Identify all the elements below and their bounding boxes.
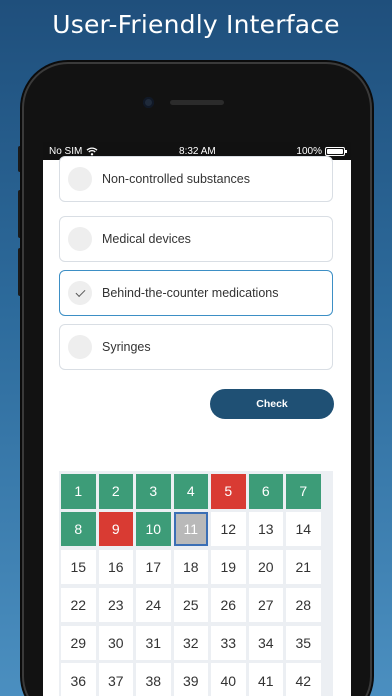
question-cell-correct[interactable]: 8 xyxy=(61,511,96,547)
question-cell[interactable]: 35 xyxy=(286,625,321,661)
question-cell[interactable]: 31 xyxy=(136,625,171,661)
question-cell[interactable]: 24 xyxy=(136,587,171,623)
answer-label: Syringes xyxy=(102,340,151,354)
question-cell[interactable]: 41 xyxy=(248,663,283,696)
question-cell[interactable]: 42 xyxy=(286,663,321,696)
front-camera xyxy=(143,97,154,108)
check-button[interactable]: Check xyxy=(210,389,334,419)
question-cell[interactable]: 13 xyxy=(248,511,283,547)
question-cell-correct[interactable]: 4 xyxy=(173,474,208,509)
question-cell[interactable]: 15 xyxy=(61,549,96,585)
question-cell[interactable]: 16 xyxy=(98,549,133,585)
status-time: 8:32 AM xyxy=(179,145,216,157)
answer-option[interactable]: Syringes xyxy=(59,324,333,370)
question-cell[interactable]: 22 xyxy=(61,587,96,623)
phone-screen: No SIM 8:32 AM 100% Non-controlled subst… xyxy=(43,142,351,696)
question-cell-correct[interactable]: 3 xyxy=(136,474,171,509)
question-cell[interactable]: 39 xyxy=(173,663,208,696)
promo-headline: User-Friendly Interface xyxy=(52,10,340,39)
radio-circle xyxy=(68,227,92,251)
carrier-label: No SIM xyxy=(49,145,83,157)
radio-circle xyxy=(68,167,92,191)
question-cell-current[interactable]: 11 xyxy=(173,511,208,547)
question-cell[interactable]: 26 xyxy=(211,587,246,623)
question-cell[interactable]: 32 xyxy=(173,625,208,661)
question-cell[interactable]: 38 xyxy=(136,663,171,696)
earpiece-speaker xyxy=(170,100,224,105)
answer-option-selected[interactable]: Behind-the-counter medications xyxy=(59,270,333,316)
question-cell[interactable]: 36 xyxy=(61,663,96,696)
question-number-grid: 1 2 3 4 5 6 7 8 9 10 11 12 13 14 15 16 17 18 19 20 21 22 23 24 2… xyxy=(59,471,333,696)
radio-circle xyxy=(68,335,92,359)
question-cell-correct[interactable]: 1 xyxy=(61,474,96,509)
question-cell[interactable]: 12 xyxy=(211,511,246,547)
question-cell-wrong[interactable]: 5 xyxy=(211,474,246,509)
question-cell-wrong[interactable]: 9 xyxy=(98,511,133,547)
question-cell[interactable]: 30 xyxy=(98,625,133,661)
question-cell[interactable]: 33 xyxy=(211,625,246,661)
question-cell-correct[interactable]: 6 xyxy=(248,474,283,509)
question-cell-correct[interactable]: 2 xyxy=(98,474,133,509)
answer-option[interactable]: Non-controlled substances xyxy=(59,156,333,202)
answer-option[interactable]: Medical devices xyxy=(59,216,333,262)
radio-circle xyxy=(68,281,92,305)
question-cell-correct[interactable]: 10 xyxy=(136,511,171,547)
answer-label: Non-controlled substances xyxy=(102,172,250,186)
question-cell[interactable]: 18 xyxy=(173,549,208,585)
question-cell[interactable]: 19 xyxy=(211,549,246,585)
question-cell[interactable]: 27 xyxy=(248,587,283,623)
battery-icon xyxy=(325,146,347,156)
question-cell[interactable]: 25 xyxy=(173,587,208,623)
question-cell[interactable]: 21 xyxy=(286,549,321,585)
question-cell[interactable]: 14 xyxy=(286,511,321,547)
question-cell[interactable]: 20 xyxy=(248,549,283,585)
checkmark-icon xyxy=(75,286,85,297)
question-cell[interactable]: 34 xyxy=(248,625,283,661)
quiz-content: Non-controlled substances Medical device… xyxy=(43,156,351,696)
question-cell-correct[interactable]: 7 xyxy=(286,474,321,509)
answer-label: Behind-the-counter medications xyxy=(102,286,279,300)
question-cell[interactable]: 17 xyxy=(136,549,171,585)
question-cell[interactable]: 40 xyxy=(211,663,246,696)
wifi-icon xyxy=(86,146,98,155)
question-cell[interactable]: 28 xyxy=(286,587,321,623)
question-cell[interactable]: 37 xyxy=(98,663,133,696)
answer-label: Medical devices xyxy=(102,232,191,246)
question-cell[interactable]: 29 xyxy=(61,625,96,661)
battery-percent: 100% xyxy=(296,145,322,157)
question-cell[interactable]: 23 xyxy=(98,587,133,623)
